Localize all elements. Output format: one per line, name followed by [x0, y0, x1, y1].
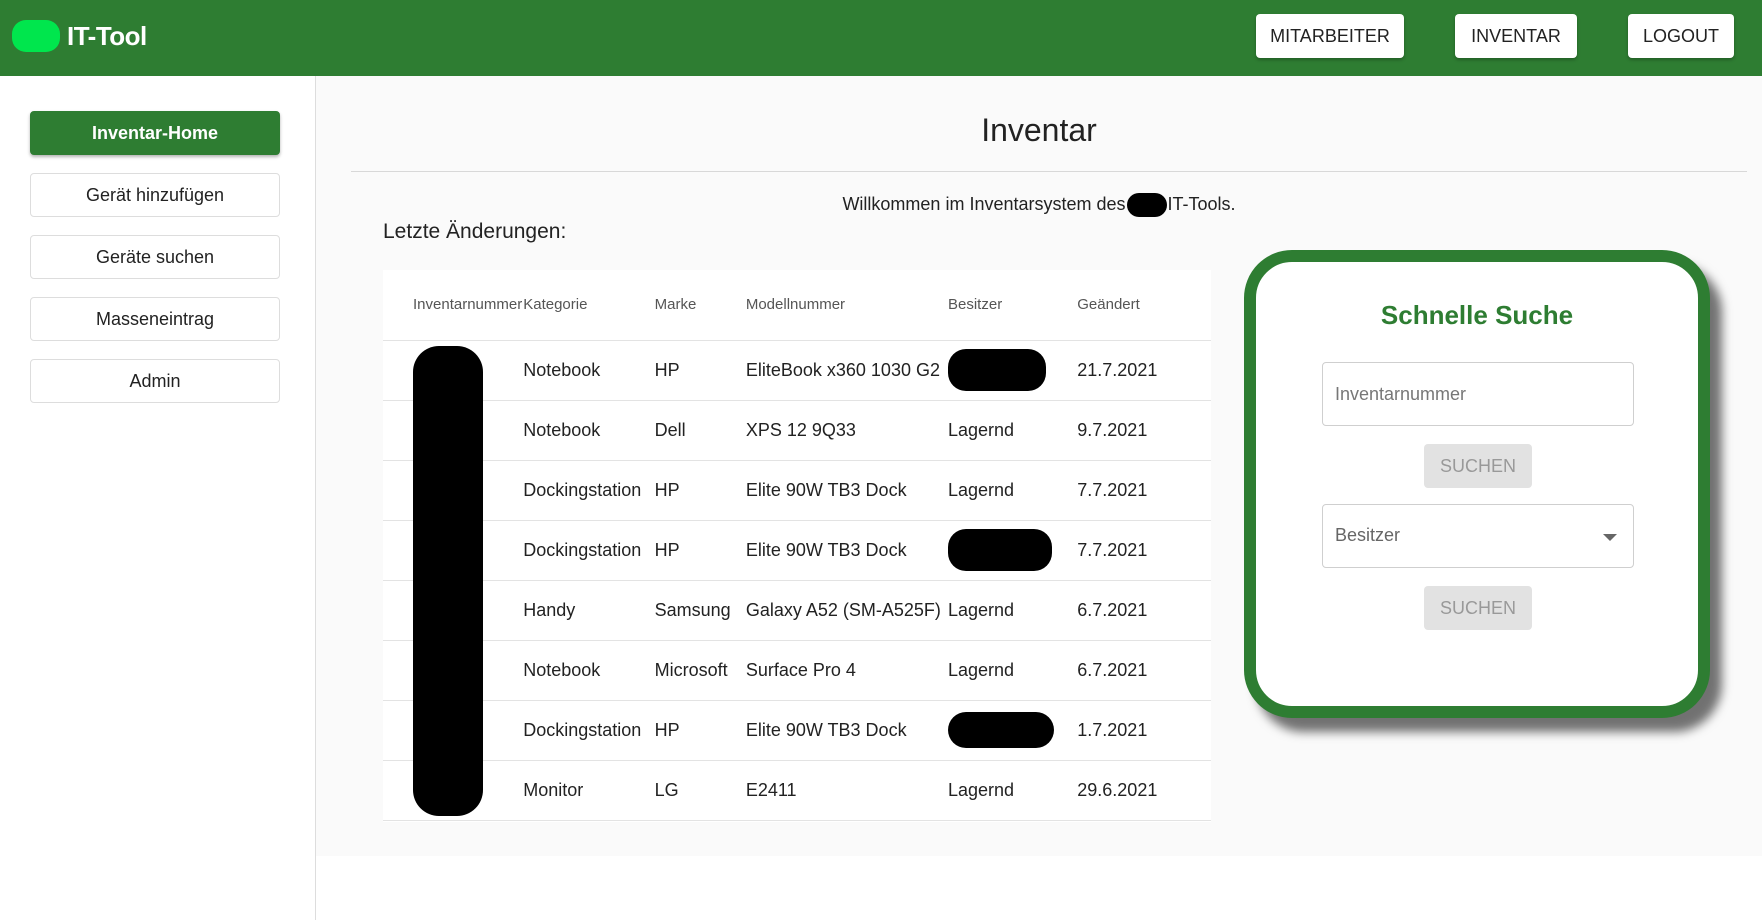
sidebar-item-add-device[interactable]: Gerät hinzufügen	[30, 173, 280, 217]
inventory-number-field[interactable]	[1322, 362, 1634, 426]
brand-cell: Samsung	[654, 580, 746, 641]
owner-cell	[948, 700, 1078, 761]
recent-changes-table: Inventarnummer Kategorie Marke Modellnum…	[383, 270, 1211, 822]
table-header-row: Inventarnummer Kategorie Marke Modellnum…	[383, 270, 1211, 341]
changed-cell: 7.7.2021	[1077, 460, 1211, 521]
redacted-owner	[948, 349, 1046, 391]
quick-search-title: Schnelle Suche	[1380, 300, 1574, 330]
title-divider	[351, 171, 1747, 172]
model-cell: XPS 12 9Q33	[745, 400, 948, 461]
quick-search-card: Schnelle Suche SUCHEN Besitzer SUCHEN	[1244, 250, 1710, 718]
sidebar: Inventar-Home Gerät hinzufügen Geräte su…	[0, 76, 316, 920]
changed-cell: 29.6.2021	[1077, 760, 1211, 821]
sidebar-item-search-devices[interactable]: Geräte suchen	[30, 235, 280, 279]
app-title: IT-Tool	[67, 21, 147, 51]
model-cell: Elite 90W TB3 Dock	[745, 700, 948, 761]
dropdown-arrow-icon[interactable]	[1603, 534, 1617, 541]
model-cell: Galaxy A52 (SM-A525F)	[745, 580, 948, 641]
owner-cell: Lagernd	[948, 460, 1078, 521]
sidebar-item-admin[interactable]: Admin	[30, 359, 280, 403]
model-cell: Surface Pro 4	[745, 640, 948, 701]
changed-cell: 7.7.2021	[1077, 520, 1211, 581]
employees-nav-button[interactable]: MITARBEITER	[1256, 14, 1404, 58]
model-cell: E2411	[745, 760, 948, 821]
column-header-owner[interactable]: Besitzer	[948, 270, 1078, 341]
category-cell: Dockingstation	[522, 520, 655, 581]
changed-cell: 6.7.2021	[1077, 640, 1211, 701]
sidebar-item-bulk-entry[interactable]: Masseneintrag	[30, 297, 280, 341]
recent-changes-label: Letzte Änderungen:	[383, 220, 567, 243]
table-row[interactable]: Notebook Microsoft Surface Pro 4 Lagernd…	[383, 640, 1211, 701]
owner-select-label: Besitzer	[1335, 525, 1401, 545]
brand-cell: Microsoft	[654, 640, 746, 701]
model-cell: EliteBook x360 1030 G2	[745, 340, 948, 401]
model-cell: Elite 90W TB3 Dock	[745, 520, 948, 581]
model-cell: Elite 90W TB3 Dock	[745, 460, 948, 521]
search-inventory-button[interactable]: SUCHEN	[1424, 444, 1532, 488]
search-owner-button[interactable]: SUCHEN	[1424, 586, 1532, 630]
brand-cell: HP	[654, 340, 746, 401]
changed-cell: 6.7.2021	[1077, 580, 1211, 641]
table-row[interactable]: Monitor LG E2411 Lagernd 29.6.2021	[383, 760, 1211, 821]
column-header-model[interactable]: Modellnummer	[745, 270, 948, 341]
redacted-company-name	[1126, 193, 1167, 217]
table-row[interactable]: Dockingstation HP Elite 90W TB3 Dock 1.7…	[383, 700, 1211, 761]
owner-cell: Lagernd	[948, 400, 1078, 461]
welcome-text-end: IT-Tools.	[1167, 193, 1236, 214]
redacted-inventory-numbers	[413, 346, 483, 816]
welcome-text-start: Willkommen im Inventarsystem des	[842, 193, 1126, 214]
brand-cell: HP	[654, 460, 746, 521]
table-row[interactable]: Notebook Dell XPS 12 9Q33 Lagernd 9.7.20…	[383, 400, 1211, 461]
owner-cell: Lagernd	[948, 640, 1078, 701]
brand-cell: HP	[654, 700, 746, 761]
logout-button[interactable]: LOGOUT	[1628, 14, 1734, 58]
top-app-bar: IT-Tool MITARBEITER INVENTAR LOGOUT	[0, 0, 1762, 76]
changed-cell: 21.7.2021	[1077, 340, 1211, 401]
inventory-number-input[interactable]	[1323, 363, 1633, 425]
column-header-brand[interactable]: Marke	[654, 270, 746, 341]
category-cell: Dockingstation	[522, 700, 655, 761]
table-row[interactable]: Dockingstation HP Elite 90W TB3 Dock Lag…	[383, 460, 1211, 521]
category-cell: Notebook	[522, 400, 655, 461]
changed-cell: 9.7.2021	[1077, 400, 1211, 461]
column-header-changed[interactable]: Geändert	[1077, 270, 1211, 341]
logo-icon	[12, 20, 60, 52]
column-header-category[interactable]: Kategorie	[522, 270, 655, 341]
brand-cell: HP	[654, 520, 746, 581]
table-row[interactable]: Handy Samsung Galaxy A52 (SM-A525F) Lage…	[383, 580, 1211, 641]
category-cell: Dockingstation	[522, 460, 655, 521]
category-cell: Monitor	[522, 760, 655, 821]
column-header-inventory-number[interactable]: Inventarnummer	[383, 270, 523, 341]
owner-cell	[948, 340, 1078, 401]
category-cell: Notebook	[522, 340, 655, 401]
category-cell: Handy	[522, 580, 655, 641]
owner-cell: Lagernd	[948, 580, 1078, 641]
redacted-owner	[948, 712, 1054, 748]
table-row[interactable]: Notebook HP EliteBook x360 1030 G2 21.7.…	[383, 340, 1211, 401]
sidebar-item-inventar-home[interactable]: Inventar-Home	[30, 111, 280, 155]
brand-cell: LG	[654, 760, 746, 821]
changed-cell: 1.7.2021	[1077, 700, 1211, 761]
welcome-text: Willkommen im Inventarsystem des IT-Tools…	[316, 193, 1762, 217]
page-title: Inventar	[981, 112, 1097, 148]
brand-cell: Dell	[654, 400, 746, 461]
owner-cell	[948, 520, 1078, 581]
category-cell: Notebook	[522, 640, 655, 701]
table-row[interactable]: Dockingstation HP Elite 90W TB3 Dock 7.7…	[383, 520, 1211, 581]
owner-cell: Lagernd	[948, 760, 1078, 821]
inventory-nav-button[interactable]: INVENTAR	[1455, 14, 1577, 58]
owner-select[interactable]: Besitzer	[1322, 504, 1634, 568]
redacted-owner	[948, 529, 1052, 571]
